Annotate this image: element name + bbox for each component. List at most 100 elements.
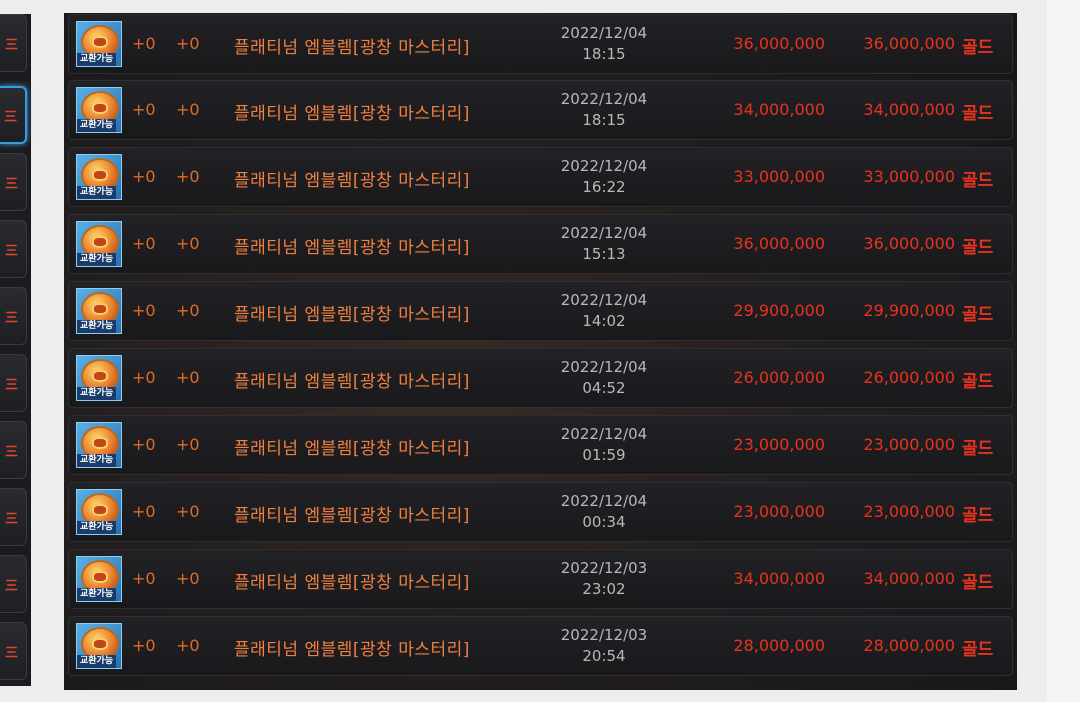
unit-price: 23,000,000 <box>733 435 825 454</box>
item-name: 플래티넘 엠블렘[광창 마스터리] <box>234 439 470 459</box>
emblem-item-icon[interactable]: 교환가능 <box>76 623 122 669</box>
sale-datetime: 2022/12/03 23:02 <box>534 558 674 600</box>
item-name: 플래티넘 엠블렘[광창 마스터리] <box>234 305 470 325</box>
item-name: 플래티넘 엠블렘[광창 마스터리] <box>234 506 470 526</box>
refine-level: +0 <box>176 368 200 387</box>
left-tab[interactable]: 三 <box>0 622 27 680</box>
left-tab-active[interactable]: 三 <box>0 86 27 144</box>
sale-row[interactable]: 교환가능 +0 +0 플래티넘 엠블렘[광창 마스터리] 2022/12/03 2… <box>68 616 1013 676</box>
sale-row[interactable]: 교환가능 +0 +0 플래티넘 엠블렘[광창 마스터리] 2022/12/04 1… <box>68 14 1013 74</box>
tradable-badge: 교환가능 <box>77 253 117 266</box>
sale-datetime: 2022/12/04 04:52 <box>534 357 674 399</box>
left-tab[interactable]: 三 <box>0 421 27 479</box>
left-tab[interactable]: 三 <box>0 287 27 345</box>
left-tab-panel: 三 三 三 三 三 三 三 三 三 三 <box>0 14 31 686</box>
sale-datetime: 2022/12/04 18:15 <box>534 89 674 131</box>
refine-level: +0 <box>176 502 200 521</box>
unit-price: 36,000,000 <box>733 234 825 253</box>
emblem-item-icon[interactable]: 교환가능 <box>76 21 122 67</box>
unit-price: 34,000,000 <box>733 569 825 588</box>
sale-row[interactable]: 교환가능 +0 +0 플래티넘 엠블렘[광창 마스터리] 2022/12/04 1… <box>68 281 1013 341</box>
refine-level: +0 <box>176 234 200 253</box>
sale-datetime: 2022/12/04 01:59 <box>534 424 674 466</box>
sale-history-list: 교환가능 +0 +0 플래티넘 엠블렘[광창 마스터리] 2022/12/04 1… <box>64 13 1017 690</box>
sale-row[interactable]: 교환가능 +0 +0 플래티넘 엠블렘[광창 마스터리] 2022/12/03 2… <box>68 549 1013 609</box>
tradable-badge: 교환가능 <box>77 186 117 199</box>
sale-row[interactable]: 교환가능 +0 +0 플래티넘 엠블렘[광창 마스터리] 2022/12/04 0… <box>68 348 1013 408</box>
enhance-level: +0 <box>132 100 156 119</box>
left-tab[interactable]: 三 <box>0 153 27 211</box>
enhance-level: +0 <box>132 435 156 454</box>
auction-history-screen: 三 三 三 三 三 三 三 三 三 三 교환가능 +0 +0 플래티넘 엠블렘[… <box>0 0 1080 702</box>
sale-row[interactable]: 교환가능 +0 +0 플래티넘 엠블렘[광창 마스터리] 2022/12/04 1… <box>68 147 1013 207</box>
sale-time: 15:13 <box>582 245 626 263</box>
currency-label: 골드 <box>962 171 994 191</box>
item-name: 플래티넘 엠블렘[광창 마스터리] <box>234 171 470 191</box>
emblem-item-icon[interactable]: 교환가능 <box>76 355 122 401</box>
refine-level: +0 <box>176 167 200 186</box>
tradable-badge: 교환가능 <box>77 588 117 601</box>
sale-time: 20:54 <box>582 647 626 665</box>
item-name: 플래티넘 엠블렘[광창 마스터리] <box>234 640 470 660</box>
refine-level: +0 <box>176 636 200 655</box>
currency-label: 골드 <box>962 38 994 58</box>
sale-time: 01:59 <box>582 446 626 464</box>
enhance-level: +0 <box>132 234 156 253</box>
sale-time: 18:15 <box>582 111 626 129</box>
left-tab[interactable]: 三 <box>0 354 27 412</box>
total-price: 33,000,000 <box>863 167 955 186</box>
emblem-item-icon[interactable]: 교환가능 <box>76 288 122 334</box>
left-tab[interactable]: 三 <box>0 220 27 278</box>
sale-row[interactable]: 교환가능 +0 +0 플래티넘 엠블렘[광창 마스터리] 2022/12/04 1… <box>68 80 1013 140</box>
tradable-badge: 교환가능 <box>77 119 117 132</box>
enhance-level: +0 <box>132 502 156 521</box>
left-tab[interactable]: 三 <box>0 488 27 546</box>
sale-time: 23:02 <box>582 580 626 598</box>
emblem-item-icon[interactable]: 교환가능 <box>76 154 122 200</box>
total-price: 34,000,000 <box>863 569 955 588</box>
enhance-level: +0 <box>132 301 156 320</box>
emblem-item-icon[interactable]: 교환가능 <box>76 422 122 468</box>
item-name: 플래티넘 엠블렘[광창 마스터리] <box>234 38 470 58</box>
sale-time: 16:22 <box>582 178 626 196</box>
sale-row[interactable]: 교환가능 +0 +0 플래티넘 엠블렘[광창 마스터리] 2022/12/04 0… <box>68 415 1013 475</box>
sale-date: 2022/12/04 <box>560 425 648 443</box>
refine-level: +0 <box>176 100 200 119</box>
emblem-item-icon[interactable]: 교환가능 <box>76 221 122 267</box>
refine-level: +0 <box>176 435 200 454</box>
item-name: 플래티넘 엠블렘[광창 마스터리] <box>234 104 470 124</box>
currency-label: 골드 <box>962 573 994 593</box>
sale-datetime: 2022/12/04 14:02 <box>534 290 674 332</box>
sale-date: 2022/12/04 <box>560 492 648 510</box>
sale-row[interactable]: 교환가능 +0 +0 플래티넘 엠블렘[광창 마스터리] 2022/12/04 1… <box>68 214 1013 274</box>
emblem-item-icon[interactable]: 교환가능 <box>76 489 122 535</box>
sale-date: 2022/12/04 <box>560 358 648 376</box>
tradable-badge: 교환가능 <box>77 655 117 668</box>
tradable-badge: 교환가능 <box>77 521 117 534</box>
emblem-item-icon[interactable]: 교환가능 <box>76 87 122 133</box>
sale-datetime: 2022/12/03 20:54 <box>534 625 674 667</box>
unit-price: 33,000,000 <box>733 167 825 186</box>
refine-level: +0 <box>176 34 200 53</box>
currency-label: 골드 <box>962 104 994 124</box>
currency-label: 골드 <box>962 305 994 325</box>
item-name: 플래티넘 엠블렘[광창 마스터리] <box>234 238 470 258</box>
left-tab[interactable]: 三 <box>0 555 27 613</box>
sale-date: 2022/12/03 <box>560 559 648 577</box>
tradable-badge: 교환가능 <box>77 53 117 66</box>
total-price: 23,000,000 <box>863 435 955 454</box>
left-tab[interactable]: 三 <box>0 14 27 72</box>
sale-row[interactable]: 교환가능 +0 +0 플래티넘 엠블렘[광창 마스터리] 2022/12/04 0… <box>68 482 1013 542</box>
total-price: 36,000,000 <box>863 234 955 253</box>
item-name: 플래티넘 엠블렘[광창 마스터리] <box>234 573 470 593</box>
unit-price: 23,000,000 <box>733 502 825 521</box>
currency-label: 골드 <box>962 506 994 526</box>
unit-price: 29,900,000 <box>733 301 825 320</box>
currency-label: 골드 <box>962 439 994 459</box>
total-price: 29,900,000 <box>863 301 955 320</box>
enhance-level: +0 <box>132 636 156 655</box>
enhance-level: +0 <box>132 368 156 387</box>
refine-level: +0 <box>176 301 200 320</box>
sale-time: 14:02 <box>582 312 626 330</box>
emblem-item-icon[interactable]: 교환가능 <box>76 556 122 602</box>
